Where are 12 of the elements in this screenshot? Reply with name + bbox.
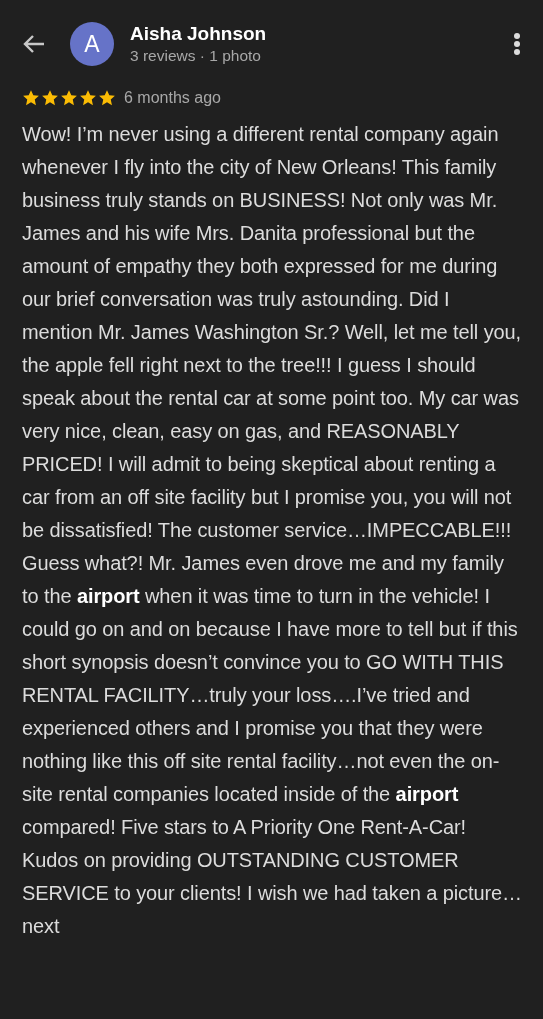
review-time: 6 months ago — [124, 88, 221, 108]
star-icon — [60, 89, 78, 107]
star-icon — [79, 89, 97, 107]
star-icon — [98, 89, 116, 107]
star-icon — [22, 89, 40, 107]
avatar: A — [70, 22, 114, 66]
star-icon — [41, 89, 59, 107]
review-text: Wow! I’m never using a different rental company again whenever I fly into the city of New Orleans! This family business truly stands on BUSINESS! Not only was Mr. James and his wife Mrs. Danita professional but the amount of empathy they both expressed for me during our brief conversation was truly astounding. Did I mention Mr. James Washington Sr.? Well, let me tell you, the apple fell right next to the tree!!! I guess I should speak about the rental car at some point too. My car was very nice, clean, easy on gas, and REASONABLY PRICED! I will admit to being skeptical about renting a car from an off site facility but I promise you, you will not be dissatisfied! The customer service…IMPECCABLE!!! Guess what?! Mr. James even drove me and my family to the airport when it was time to turn in the vehicle! I could go on and on because I have more to tell but if this short synopsis doesn’t convince you to GO WITH THIS RENTAL FACILITY…truly your loss….I’ve tried and experienced others and I promise you that they were nothing like this off site rental facility…not even the on-site rental companies located inside of the airport compared! Five stars to A Priority One Rent-A-Car! Kudos on providing OUTSTANDING CUSTOMER SERVICE to your clients! I wish we had taken a picture…next — [21, 122, 523, 939]
reviewer-stats: 3 reviews · 1 photo — [130, 46, 262, 66]
reviewer-name: Aisha Johnson — [130, 22, 268, 46]
back-icon[interactable] — [22, 34, 46, 54]
more-options-icon[interactable] — [513, 32, 521, 56]
